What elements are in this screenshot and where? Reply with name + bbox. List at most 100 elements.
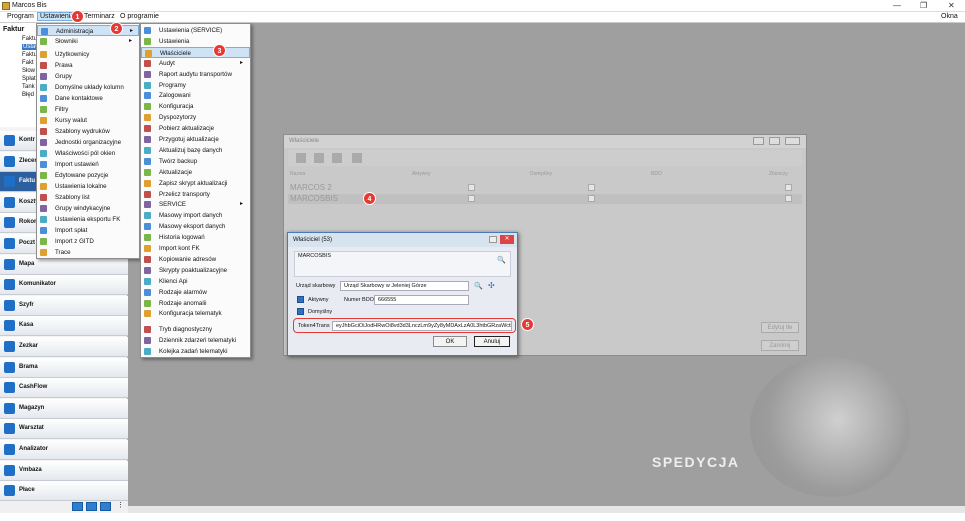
menu-item[interactable]: Import z GITD [37,236,139,247]
menu-item[interactable]: Masowy eksport danych [141,221,250,232]
summary-checkbox[interactable] [785,184,792,191]
menu-item[interactable]: Jednostki organizacyjne [37,137,139,148]
nav-section-17[interactable]: Płace [0,481,128,502]
clear-icon[interactable]: ✣ [488,281,495,290]
menu-item[interactable]: Raport audytu transportów [141,69,250,80]
menu-item[interactable]: Użytkownicy [37,49,139,60]
menu-item[interactable]: Import kont FK [141,243,250,254]
search-icon[interactable]: 🔍 [497,256,506,264]
active-checkbox[interactable] [297,296,304,303]
name-field[interactable]: MARCOSBIS 🔍 [294,251,511,277]
menu-item[interactable]: Szablony wydruków [37,126,139,137]
view-icon[interactable] [86,502,97,511]
menu-item[interactable]: Kopiowanie adresów [141,254,250,265]
close-button[interactable]: Zamknij [761,340,799,351]
nav-section-16[interactable]: Vmbaza [0,460,128,481]
nav-section-10[interactable]: Zezkar [0,337,128,357]
menu-item[interactable]: Konfiguracja [141,101,250,112]
menu-item[interactable]: SERVICE ▸ [141,199,250,210]
menu-item[interactable]: Rodzaje alarmów [141,287,250,298]
menu-item[interactable]: Ustawienia (SERVICE) [141,25,250,36]
default-checkbox[interactable] [588,195,595,202]
active-checkbox[interactable] [468,184,475,191]
tree-item[interactable]: Słow [22,68,35,74]
menu-item[interactable]: Kursy walut [37,115,139,126]
tree-item[interactable]: Spłat [22,76,36,82]
nav-section-9[interactable]: Kasa [0,316,128,337]
menu-item[interactable]: Import spłat [37,225,139,236]
menu-item[interactable]: Grupy [37,71,139,82]
nav-section-8[interactable]: Szyfr [0,295,128,316]
menu-program[interactable]: Program [7,13,34,20]
menu-item[interactable]: Właściwości pól okien [37,148,139,159]
menu-item[interactable]: Przelicz transporty [141,189,250,200]
summary-checkbox[interactable] [785,195,792,202]
search-icon[interactable]: 🔍 [474,282,483,290]
menu-item[interactable]: Zalogowani [141,90,250,101]
menu-item[interactable]: Aktualizuj bazę danych [141,145,250,156]
menu-item[interactable]: Trace [37,247,139,258]
menu-item[interactable]: Zapisz skrypt aktualizacji [141,178,250,189]
menu-item[interactable]: Ustawienia [141,36,250,47]
menu-item[interactable]: Ustawienia lokalne [37,181,139,192]
menu-item[interactable]: Dyspozytorzy [141,112,250,123]
menu-item[interactable]: Domyślne układy kolumn [37,82,139,93]
menu-item[interactable]: Twórz backup [141,156,250,167]
menu-item[interactable]: Dziennik zdarzeń telematyki [141,335,250,346]
view-icon[interactable] [100,502,111,511]
menu-item[interactable]: Dane kontaktowe [37,93,139,104]
menu-item[interactable]: Przygotuj aktualizacje [141,134,250,145]
cancel-button[interactable]: Anuluj [474,336,510,347]
menu-item[interactable]: Szablony list [37,192,139,203]
minimize-icon[interactable] [753,137,764,145]
menu-item[interactable]: Skrypty poaktualizacyjne [141,265,250,276]
menu-item[interactable]: Filtry [37,104,139,115]
edit-button[interactable]: Edytuj tłe [761,322,799,333]
menu-item[interactable]: Aktualizacje [141,167,250,178]
menu-item[interactable]: Grupy windykacyjne [37,203,139,214]
menu-item[interactable]: Rodzaje anomalii [141,298,250,309]
nav-section-14[interactable]: Warsztat [0,419,128,440]
column-header[interactable]: BDO [651,171,662,177]
column-header[interactable]: Domyślny [530,171,552,177]
menu-o-programie[interactable]: O programie [120,13,159,20]
tree-item[interactable]: Faktu [22,36,37,42]
add-icon[interactable] [296,153,306,163]
edit-icon[interactable] [314,153,324,163]
default-checkbox[interactable] [588,184,595,191]
menu-item[interactable]: Pobierz aktualizacje [141,123,250,134]
menu-item[interactable]: Prawa [37,60,139,71]
ok-button[interactable]: OK [433,336,467,347]
tree-item[interactable]: Błęd [22,92,34,98]
menu-item[interactable]: Import ustawień [37,159,139,170]
view-icon[interactable] [72,502,83,511]
maximize-icon[interactable] [769,137,780,145]
column-header[interactable]: Nazwa [290,171,305,177]
tree-root[interactable]: Faktur [3,26,24,33]
tax-office-field[interactable]: Urząd Skarbowy w Jeleniej Górze [340,281,469,291]
delete-icon[interactable] [332,153,342,163]
active-checkbox[interactable] [468,195,475,202]
close-icon[interactable]: ✕ [948,1,955,10]
bdo-field[interactable]: 666555 [374,295,469,305]
close-icon[interactable]: ✕ [500,235,514,244]
column-header[interactable]: Zbiorczy [769,171,788,177]
nav-section-7[interactable]: Komunikator [0,275,128,296]
close-icon[interactable] [785,137,800,145]
menu-item[interactable]: Ustawienia eksportu FK [37,214,139,225]
menu-item[interactable]: Audyt ▸ [141,58,250,69]
nav-section-15[interactable]: Analizator [0,440,128,460]
menu-item[interactable]: Klienci Api [141,276,250,287]
menu-terminarz[interactable]: Terminarz [84,13,115,20]
column-header[interactable]: Aktywny [412,171,431,177]
nav-section-11[interactable]: Brama [0,357,128,378]
tree-item[interactable]: Faktu [22,52,37,58]
menu-item[interactable]: Programy [141,80,250,91]
menu-okna[interactable]: Okna [941,13,958,20]
menu-item[interactable]: Administracja ▸ [37,25,139,36]
menu-item[interactable]: Słowniki ▸ [37,36,139,47]
tree-item[interactable]: Tank [22,84,35,90]
minimize-icon[interactable]: — [893,1,901,10]
menu-item[interactable]: Właściciele [141,46,250,58]
nav-section-12[interactable]: CashFlow [0,378,128,399]
